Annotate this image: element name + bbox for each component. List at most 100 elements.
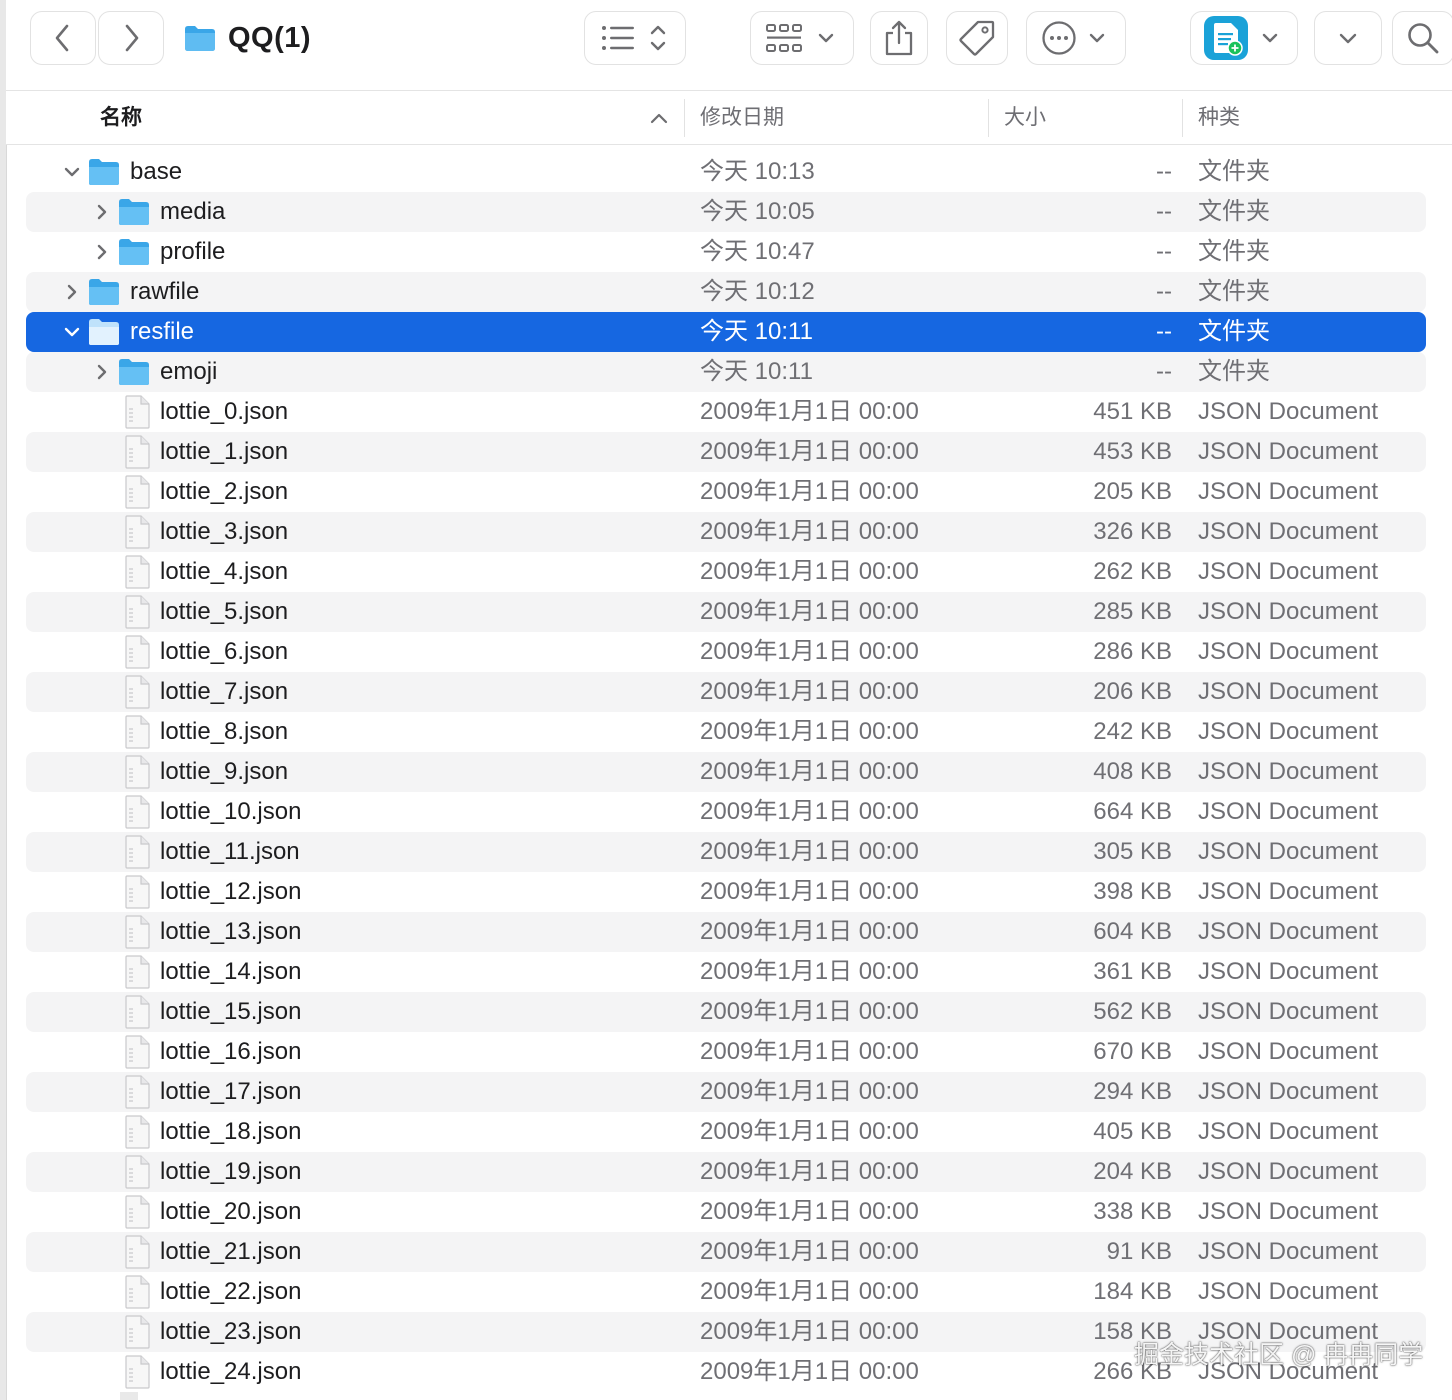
json-file-icon (124, 1315, 150, 1349)
item-size: 670 KB (1093, 1038, 1172, 1065)
item-size: 453 KB (1093, 438, 1172, 465)
column-divider[interactable] (684, 99, 685, 137)
json-file-icon (124, 1075, 150, 1109)
file-row[interactable]: lottie_12.json 2009年1月1日 00:00 398 KB JSON … (26, 872, 1426, 912)
folder-row[interactable]: rawfile 今天 10:12 -- 文件夹 (26, 272, 1426, 312)
tag-button[interactable] (946, 11, 1008, 65)
folder-row[interactable]: resfile 今天 10:11 -- 文件夹 (26, 312, 1426, 352)
app-shortcut-button[interactable] (1190, 11, 1298, 65)
folder-row[interactable]: profile 今天 10:47 -- 文件夹 (26, 232, 1426, 272)
file-row[interactable]: lottie_20.json 2009年1月1日 00:00 338 KB JSON … (26, 1192, 1426, 1232)
item-kind: JSON Document (1198, 998, 1379, 1025)
item-name: lottie_11.json (160, 838, 300, 865)
item-date: 今天 10:11 (700, 318, 813, 345)
item-name: lottie_4.json (160, 558, 289, 585)
item-name: lottie_17.json (160, 1078, 302, 1105)
item-date: 2009年1月1日 00:00 (700, 438, 919, 465)
json-file-icon (124, 515, 150, 549)
item-size: -- (1156, 318, 1172, 345)
forward-button[interactable] (98, 11, 164, 65)
disclosure-open-icon[interactable] (62, 162, 82, 182)
item-size: 562 KB (1093, 998, 1172, 1025)
file-row[interactable]: lottie_21.json 2009年1月1日 00:00 91 KB JSON D… (26, 1232, 1426, 1272)
item-date: 2009年1月1日 00:00 (700, 758, 919, 785)
file-row[interactable]: lottie_9.json 2009年1月1日 00:00 408 KB JSON D… (26, 752, 1426, 792)
disclosure-closed-icon[interactable] (62, 282, 82, 302)
item-kind: 文件夹 (1198, 158, 1270, 185)
item-name: lottie_8.json (160, 718, 289, 745)
file-row[interactable]: lottie_6.json 2009年1月1日 00:00 286 KB JSON D… (26, 632, 1426, 672)
column-kind[interactable]: 种类 (1198, 91, 1240, 145)
file-row[interactable]: lottie_7.json 2009年1月1日 00:00 206 KB JSON D… (26, 672, 1426, 712)
item-size: 361 KB (1093, 958, 1172, 985)
item-size: 285 KB (1093, 598, 1172, 625)
item-date: 2009年1月1日 00:00 (700, 798, 919, 825)
item-kind: JSON Document (1198, 758, 1379, 785)
item-size: -- (1156, 238, 1172, 265)
expand-toolbar-button[interactable] (1314, 11, 1382, 65)
item-kind: JSON Document (1198, 438, 1379, 465)
item-name: lottie_10.json (160, 798, 302, 825)
folder-row[interactable]: media 今天 10:05 -- 文件夹 (26, 192, 1426, 232)
file-row[interactable]: lottie_1.json 2009年1月1日 00:00 453 KB JSON D… (26, 432, 1426, 472)
json-file-icon (124, 675, 150, 709)
sort-ascending-icon[interactable] (650, 110, 668, 126)
folder-row[interactable]: base 今天 10:13 -- 文件夹 (26, 152, 1426, 192)
back-button[interactable] (30, 11, 96, 65)
item-name: lottie_19.json (160, 1158, 302, 1185)
item-size: 408 KB (1093, 758, 1172, 785)
app-document-icon (1204, 16, 1278, 60)
item-date: 2009年1月1日 00:00 (700, 718, 919, 745)
column-divider[interactable] (988, 99, 989, 137)
file-row[interactable]: lottie_17.json 2009年1月1日 00:00 294 KB JSON … (26, 1072, 1426, 1112)
file-row[interactable]: lottie_8.json 2009年1月1日 00:00 242 KB JSON D… (26, 712, 1426, 752)
item-size: 204 KB (1093, 1158, 1172, 1185)
column-name[interactable]: 名称 (100, 91, 142, 145)
view-mode-button[interactable] (584, 11, 686, 65)
file-row[interactable]: lottie_13.json 2009年1月1日 00:00 604 KB JSON … (26, 912, 1426, 952)
file-row[interactable]: lottie_0.json 2009年1月1日 00:00 451 KB JSON D… (26, 392, 1426, 432)
item-date: 2009年1月1日 00:00 (700, 918, 919, 945)
item-size: 338 KB (1093, 1198, 1172, 1225)
folder-row[interactable]: emoji 今天 10:11 -- 文件夹 (26, 352, 1426, 392)
file-row[interactable]: lottie_5.json 2009年1月1日 00:00 285 KB JSON D… (26, 592, 1426, 632)
column-size[interactable]: 大小 (1004, 91, 1046, 145)
item-size: 262 KB (1093, 558, 1172, 585)
json-file-icon (124, 555, 150, 589)
column-header: 名称 修改日期 大小 种类 (6, 90, 1452, 145)
more-actions-button[interactable] (1026, 11, 1126, 65)
file-row[interactable]: lottie_16.json 2009年1月1日 00:00 670 KB JSON … (26, 1032, 1426, 1072)
file-row[interactable]: lottie_19.json 2009年1月1日 00:00 204 KB JSON … (26, 1152, 1426, 1192)
json-file-icon (124, 1355, 150, 1389)
search-button[interactable] (1392, 11, 1452, 65)
disclosure-closed-icon[interactable] (92, 362, 112, 382)
group-by-button[interactable] (750, 11, 854, 65)
window-edge (0, 0, 7, 1400)
item-kind: 文件夹 (1198, 318, 1270, 345)
item-kind: JSON Document (1198, 878, 1379, 905)
file-row[interactable]: lottie_10.json 2009年1月1日 00:00 664 KB JSON … (26, 792, 1426, 832)
column-divider[interactable] (1182, 99, 1183, 137)
file-row[interactable]: lottie_11.json 2009年1月1日 00:00 305 KB JSON … (26, 832, 1426, 872)
item-kind: JSON Document (1198, 798, 1379, 825)
file-row[interactable]: lottie_4.json 2009年1月1日 00:00 262 KB JSON D… (26, 552, 1426, 592)
file-row[interactable]: lottie_2.json 2009年1月1日 00:00 205 KB JSON D… (26, 472, 1426, 512)
item-kind: JSON Document (1198, 638, 1379, 665)
window-title-area: QQ(1) (184, 16, 311, 60)
file-row[interactable]: lottie_3.json 2009年1月1日 00:00 326 KB JSON D… (26, 512, 1426, 552)
item-size: 398 KB (1093, 878, 1172, 905)
file-row[interactable]: lottie_22.json 2009年1月1日 00:00 184 KB JSON … (26, 1272, 1426, 1312)
share-button[interactable] (870, 11, 928, 65)
item-size: 326 KB (1093, 518, 1172, 545)
grid-group-icon (766, 24, 834, 52)
disclosure-closed-icon[interactable] (92, 202, 112, 222)
column-date[interactable]: 修改日期 (700, 91, 784, 145)
file-row[interactable]: lottie_18.json 2009年1月1日 00:00 405 KB JSON … (26, 1112, 1426, 1152)
json-file-icon (124, 955, 150, 989)
file-row[interactable]: lottie_15.json 2009年1月1日 00:00 562 KB JSON … (26, 992, 1426, 1032)
disclosure-closed-icon[interactable] (92, 242, 112, 262)
disclosure-open-icon[interactable] (62, 322, 82, 342)
item-name: lottie_24.json (160, 1358, 302, 1385)
file-row[interactable]: lottie_14.json 2009年1月1日 00:00 361 KB JSON … (26, 952, 1426, 992)
item-name: lottie_14.json (160, 958, 302, 985)
